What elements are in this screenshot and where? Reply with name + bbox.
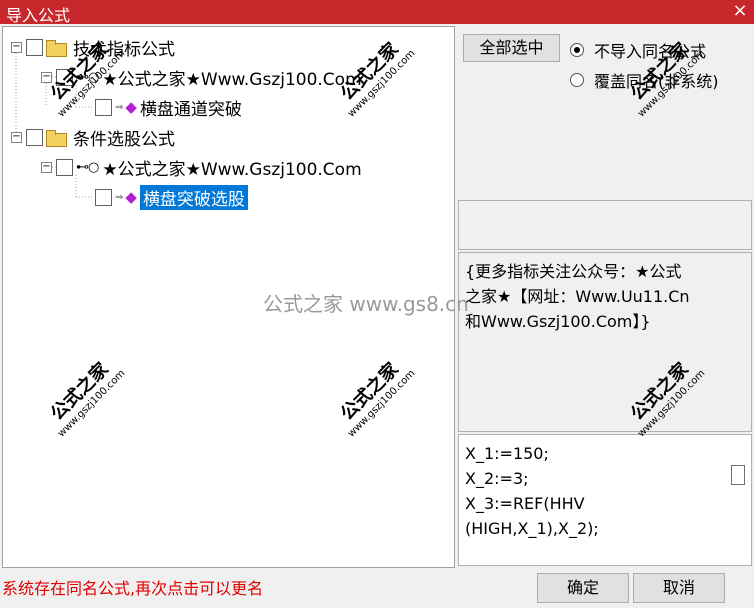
select-all-button[interactable]: 全部选中 [463, 34, 560, 62]
cancel-button[interactable]: 取消 [633, 573, 725, 603]
description-line: 之家★【网址：Www.Uu11.Cn [465, 287, 690, 306]
radio-no-import-duplicates[interactable]: 不导入同名公式 [570, 38, 706, 62]
description-line: 和Www.Gszj100.Com】} [465, 312, 651, 331]
checkbox[interactable] [95, 98, 112, 116]
window-title: 导入公式 [6, 6, 71, 25]
collapse-icon[interactable]: − [41, 161, 52, 173]
description-line: {更多指标关注公众号：★公式 [465, 262, 682, 281]
collapse-icon[interactable]: − [11, 131, 22, 143]
checkbox[interactable] [26, 38, 43, 56]
checkbox[interactable] [56, 68, 73, 86]
formula-description: {更多指标关注公众号：★公式 之家★【网址：Www.Uu11.Cn 和Www.G… [458, 252, 752, 432]
info-box [458, 200, 752, 250]
key-icon: ⊷○ [76, 159, 99, 175]
tree-label: 技术指标公式 [73, 39, 175, 60]
formula-code[interactable]: X_1:=150; X_2:=3; X_3:=REF(HHV (HIGH,X_1… [458, 434, 752, 566]
radio-overwrite-duplicates[interactable]: 覆盖同名(非系统) [570, 68, 719, 92]
collapse-icon[interactable]: − [11, 41, 22, 53]
code-line: X_2:=3; [465, 469, 529, 488]
arrow-icon: ⇒ [115, 191, 124, 203]
code-line: X_3:=REF(HHV [465, 494, 585, 513]
collapse-icon[interactable]: − [41, 71, 52, 83]
checkbox[interactable] [95, 188, 112, 206]
title-bar: 导入公式 × [0, 0, 754, 25]
tree-label: ★公式之家★Www.Gszj100.Com [102, 69, 362, 90]
close-icon[interactable]: × [730, 1, 750, 21]
tree-label: 条件选股公式 [73, 129, 175, 150]
radio-button[interactable] [570, 43, 584, 57]
formula-tree[interactable]: − 技术指标公式 − ⊷○ ★公式之家★Www.Gszj100.Com ⇒ ◆ … [2, 26, 455, 568]
folder-icon [46, 39, 67, 57]
gem-icon: ◆ [125, 188, 137, 206]
tree-node-stock-selection-formulas[interactable]: − 条件选股公式 [11, 125, 175, 150]
tree-label: 横盘通道突破 [139, 99, 242, 120]
radio-button[interactable] [570, 73, 584, 87]
status-message: 系统存在同名公式,再次点击可以更名 [2, 579, 264, 598]
tree-node-horizontal-breakout-selection[interactable]: ⇒ ◆ 横盘突破选股 [95, 184, 248, 210]
gem-icon: ◆ [125, 98, 137, 116]
code-line: X_1:=150; [465, 444, 549, 463]
arrow-icon: ⇒ [115, 101, 124, 113]
key-icon: ⊷○ [76, 69, 99, 85]
tree-node-horizontal-channel-breakout[interactable]: ⇒ ◆ 横盘通道突破 [95, 95, 242, 120]
scrollbar[interactable] [731, 465, 745, 485]
tree-label: ★公式之家★Www.Gszj100.Com [102, 159, 362, 180]
tree-node-gszj-indicators[interactable]: − ⊷○ ★公式之家★Www.Gszj100.Com [41, 65, 362, 90]
tree-node-indicator-formulas[interactable]: − 技术指标公式 [11, 35, 175, 60]
checkbox[interactable] [26, 128, 43, 146]
tree-node-gszj-selection[interactable]: − ⊷○ ★公式之家★Www.Gszj100.Com [41, 155, 362, 180]
folder-icon [46, 129, 67, 147]
radio-label: 覆盖同名(非系统) [594, 72, 719, 91]
ok-button[interactable]: 确定 [537, 573, 629, 603]
code-line: (HIGH,X_1),X_2); [465, 519, 599, 538]
checkbox[interactable] [56, 158, 73, 176]
tree-label-selected: 横盘突破选股 [139, 184, 248, 210]
radio-label: 不导入同名公式 [594, 42, 707, 61]
